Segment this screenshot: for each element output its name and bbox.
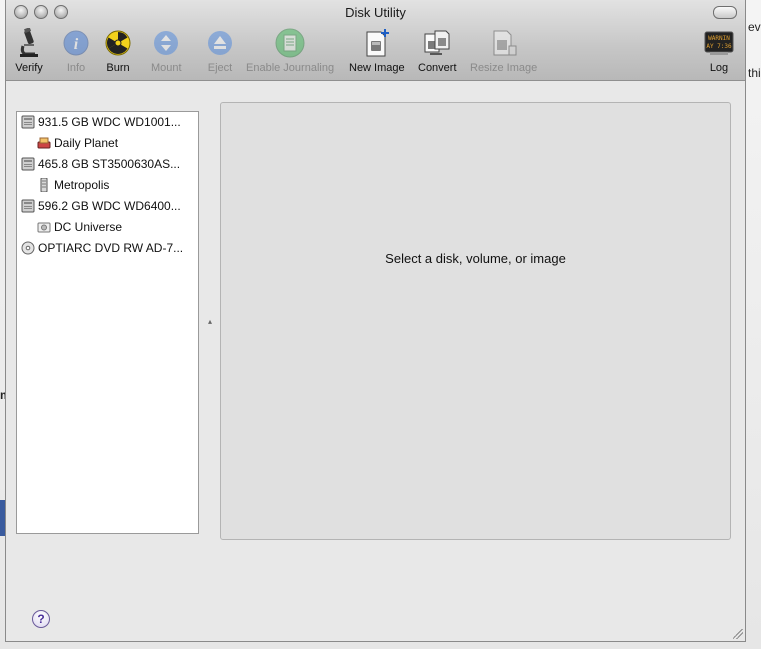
- enable-journaling-label: Enable Journaling: [246, 62, 335, 74]
- log-label: Log: [709, 62, 729, 74]
- resize-image-button[interactable]: Resize Image: [470, 28, 537, 74]
- hard-drive-icon: [21, 115, 35, 129]
- console-log-icon: WARNIN AY 7:36: [704, 28, 734, 58]
- list-item-label: Daily Planet: [54, 136, 119, 150]
- volume-icon: [37, 136, 51, 150]
- microscope-icon: [14, 28, 44, 58]
- burn-label: Burn: [106, 62, 130, 74]
- burn-icon: [103, 28, 133, 58]
- burn-button[interactable]: Burn: [103, 28, 133, 74]
- list-item[interactable]: 465.8 GB ST3500630AS...: [21, 154, 180, 174]
- mount-icon: [151, 28, 181, 58]
- list-item[interactable]: OPTIARC DVD RW AD-7...: [21, 238, 183, 258]
- log-icon-line-1: WARNIN: [708, 35, 730, 42]
- info-button[interactable]: i Info: [61, 28, 91, 74]
- list-item[interactable]: Daily Planet: [37, 133, 118, 153]
- journal-icon: [275, 28, 305, 58]
- question-mark-icon: ?: [37, 612, 45, 626]
- eject-button[interactable]: Eject: [205, 28, 235, 74]
- list-item[interactable]: Metropolis: [37, 175, 109, 195]
- info-icon: i: [61, 28, 91, 58]
- detail-pane: Select a disk, volume, or image: [220, 102, 731, 540]
- mount-button[interactable]: Mount: [151, 28, 182, 74]
- optical-drive-icon: [21, 241, 35, 255]
- list-item-label: DC Universe: [54, 220, 123, 234]
- hard-drive-icon: [21, 199, 35, 213]
- hard-drive-icon: [21, 157, 35, 171]
- list-item-label: OPTIARC DVD RW AD-7...: [38, 241, 184, 255]
- list-item[interactable]: 596.2 GB WDC WD6400...: [21, 196, 181, 216]
- empty-selection-message: Select a disk, volume, or image: [385, 251, 566, 266]
- eject-icon: [205, 28, 235, 58]
- convert-label: Convert: [418, 62, 457, 74]
- eject-label: Eject: [207, 62, 233, 74]
- disk-list[interactable]: 931.5 GB WDC WD1001... Daily Planet 465.…: [16, 111, 199, 534]
- log-icon-line-2: AY 7:36: [706, 43, 732, 50]
- resize-grip-icon[interactable]: [733, 629, 743, 639]
- svg-text:i: i: [74, 36, 79, 53]
- window-title: Disk Utility: [345, 5, 406, 20]
- resize-image-icon: [489, 28, 519, 58]
- list-item-label: 465.8 GB ST3500630AS...: [38, 157, 181, 171]
- background-text-fragment: thi: [748, 66, 761, 80]
- resize-image-label: Resize Image: [470, 62, 538, 74]
- split-view-handle[interactable]: ▴: [208, 317, 212, 326]
- list-item-label: 931.5 GB WDC WD1001...: [38, 115, 181, 129]
- convert-button[interactable]: Convert: [418, 28, 457, 74]
- verify-label: Verify: [15, 62, 43, 74]
- list-item[interactable]: DC Universe: [37, 217, 122, 237]
- title-bar: Disk Utility Verify i Info Burn Mount Ej…: [6, 0, 745, 81]
- info-label: Info: [66, 62, 86, 74]
- new-image-button[interactable]: New Image: [349, 28, 405, 74]
- new-image-label: New Image: [349, 62, 405, 74]
- help-button[interactable]: ?: [32, 610, 50, 628]
- volume-icon: [37, 220, 51, 234]
- enable-journaling-button[interactable]: Enable Journaling: [246, 28, 334, 74]
- mount-label: Mount: [151, 62, 182, 74]
- new-image-icon: [362, 28, 392, 58]
- list-item[interactable]: 931.5 GB WDC WD1001...: [21, 112, 181, 132]
- verify-button[interactable]: Verify: [14, 28, 44, 74]
- convert-icon: [422, 28, 452, 58]
- list-item-label: Metropolis: [54, 178, 110, 192]
- background-text-fragment: eve: [748, 20, 761, 34]
- log-button[interactable]: WARNIN AY 7:36 Log: [704, 28, 734, 74]
- list-item-label: 596.2 GB WDC WD6400...: [38, 199, 181, 213]
- toolbar-toggle-button[interactable]: [713, 6, 737, 19]
- disk-utility-window: Disk Utility Verify i Info Burn Mount Ej…: [5, 0, 746, 642]
- volume-icon: [37, 178, 51, 192]
